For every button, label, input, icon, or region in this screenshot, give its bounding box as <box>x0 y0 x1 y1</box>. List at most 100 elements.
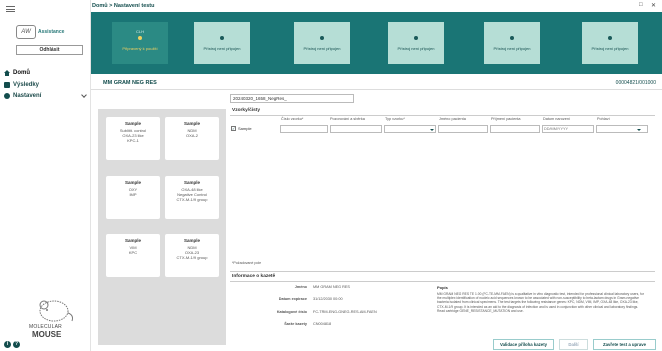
logo-text-mouse: MOUSE <box>32 330 62 339</box>
status-dot-icon <box>414 36 418 40</box>
results-icon <box>4 82 10 88</box>
well-6[interactable]: Sample NDM OXA-23 CTX-M-1/9 group <box>165 234 219 277</box>
instrument-status: Přístroj není připojen <box>397 46 435 51</box>
instrument-slot-6[interactable]: Přístroj není připojen <box>582 22 638 64</box>
well-target: IMP <box>129 192 137 197</box>
well-title: Sample <box>124 180 141 185</box>
sample-row-label: Sample <box>238 126 252 131</box>
cassette-code: 00004821/001000 <box>615 80 656 86</box>
observation-input[interactable] <box>330 125 382 133</box>
divider <box>230 115 655 116</box>
well-title: Sample <box>183 180 200 185</box>
status-dot-icon <box>510 36 514 40</box>
instrument-slot-4[interactable]: Přístroj není připojen <box>388 22 444 64</box>
status-dot-icon <box>320 36 324 40</box>
column-header: Pozorování a sběrka <box>330 117 365 121</box>
samples-section-title: Vzorky/čísty <box>232 108 260 113</box>
status-dot-icon <box>220 36 224 40</box>
nav-home[interactable]: Domů <box>4 68 88 78</box>
chevron-down-icon[interactable] <box>430 129 434 131</box>
info-value: FC-TRM-ENG-GNEG-RES-AM-FAEN <box>313 310 377 314</box>
column-header: Pohlaví <box>597 117 610 121</box>
patient-lastname-input[interactable] <box>490 125 540 133</box>
well-target: OXA-2 <box>185 133 198 138</box>
description-title: Popis <box>437 285 448 290</box>
column-header: Jméno pacienta <box>439 117 466 121</box>
info-value: 31/12/2030 00:00 <box>313 297 343 301</box>
cassette-wells-panel: Sample Sublitit. control OXA-23 like KPC… <box>98 109 226 345</box>
column-header: Datum narození <box>543 117 571 121</box>
instrument-status: Přístroj není připojen <box>493 46 531 51</box>
birthdate-input[interactable] <box>542 125 594 133</box>
logout-button[interactable]: Odhlásit <box>16 45 83 55</box>
assistance-logo: AW <box>16 25 36 39</box>
description-text: MM GRAM NEG RES TE 1.00 (FC-TE-MM-FAEN) … <box>437 292 644 313</box>
status-dot-icon <box>138 36 142 40</box>
next-button[interactable]: Další <box>559 339 588 350</box>
nav-home-label: Domů <box>13 70 30 76</box>
instrument-slot-5[interactable]: Přístroj není připojen <box>484 22 540 64</box>
info-value: CN004818 <box>313 322 332 326</box>
sample-checkbox[interactable]: ✓ <box>231 126 236 131</box>
instrument-slot-2[interactable]: Přístroj není připojen <box>194 22 250 64</box>
divider <box>230 271 655 272</box>
sidebar: AW Assistance Odhlásit Domů Výsledky Nas… <box>0 0 91 351</box>
sample-type-select[interactable] <box>384 125 436 133</box>
divider <box>230 281 655 282</box>
instrument-caption: CLH <box>135 29 144 34</box>
well-title: Sample <box>124 121 141 126</box>
well-4[interactable]: Sample OXA-48 like Negative Control CTX-… <box>165 176 219 219</box>
chevron-down-icon[interactable] <box>81 92 87 98</box>
info-section-title: Informace o kazetě <box>232 274 276 279</box>
validate-cassette-button[interactable]: Validace příloha kazety <box>493 339 554 350</box>
patient-firstname-input[interactable] <box>438 125 488 133</box>
well-target: CTX-M-1/9 group <box>176 255 208 260</box>
run-name-input[interactable] <box>230 94 354 103</box>
close-button[interactable]: ✕ <box>651 2 656 9</box>
well-2[interactable]: Sample NDM OXA-2 <box>165 117 219 160</box>
column-header: Typ vzorku* <box>385 117 405 121</box>
main-content: MM GRAM NEG RES 00004821/001000 Sample S… <box>91 74 662 351</box>
nav-settings[interactable]: Nastavení <box>4 91 88 101</box>
well-5[interactable]: Sample VIM KPC <box>106 234 160 277</box>
instrument-status: Přístroj není připojen <box>303 46 341 51</box>
menu-icon[interactable] <box>6 6 15 12</box>
status-dot-icon <box>608 36 612 40</box>
breadcrumb: Domů > Nastavení testu <box>92 3 155 9</box>
sample-number-input[interactable] <box>280 125 328 133</box>
instrument-slot-1[interactable]: CLH Připravený k použití <box>112 22 168 64</box>
instrument-status: Přístroj není připojen <box>203 46 241 51</box>
well-3[interactable]: Sample OXY IMP <box>106 176 160 219</box>
column-header: Příjmení pacienta <box>491 117 521 121</box>
instrument-banner: CLH Připravený k použití Přístroj není p… <box>91 12 662 74</box>
well-target: KPC-1 <box>127 138 139 143</box>
column-header: Číslo vzorku* <box>281 117 304 121</box>
well-title: Sample <box>183 238 200 243</box>
cassette-name: MM GRAM NEG RES <box>103 80 157 86</box>
home-icon <box>4 70 10 76</box>
info-value: MM GRAM NEG RES <box>313 285 350 289</box>
nav-results[interactable]: Výsledky <box>4 80 88 90</box>
assistance-label: Assistance <box>38 29 65 35</box>
nav-settings-label: Nastavení <box>13 93 42 99</box>
well-1[interactable]: Sample Sublitit. control OXA-23 like KPC… <box>106 117 160 160</box>
instrument-slot-3[interactable]: Přístroj není připojen <box>294 22 350 64</box>
info-key: Šarže kazety <box>284 322 307 326</box>
well-target: CTX-M-1/9 group <box>176 197 208 202</box>
help-icon[interactable]: ? <box>13 341 20 348</box>
info-key: Jméno <box>294 285 307 289</box>
maximize-button[interactable]: □ <box>639 2 643 8</box>
close-save-button[interactable]: Zavřete test a uprave <box>593 339 656 350</box>
info-icon[interactable]: i <box>4 341 11 348</box>
instrument-status: Připravený k použití <box>122 46 158 51</box>
well-title: Sample <box>124 238 141 243</box>
well-target: KPC <box>128 250 138 255</box>
nav-results-label: Výsledky <box>13 82 40 88</box>
chevron-down-icon[interactable] <box>637 129 641 131</box>
required-note: *Požadované pole <box>232 261 262 265</box>
cassette-header: MM GRAM NEG RES 00004821/001000 <box>91 74 662 90</box>
top-bar: Domů > Nastavení testu □ ✕ <box>91 0 662 12</box>
gear-icon <box>4 93 10 99</box>
instrument-status: Přístroj není připojen <box>591 46 629 51</box>
info-key: Datum expirace <box>278 297 307 301</box>
